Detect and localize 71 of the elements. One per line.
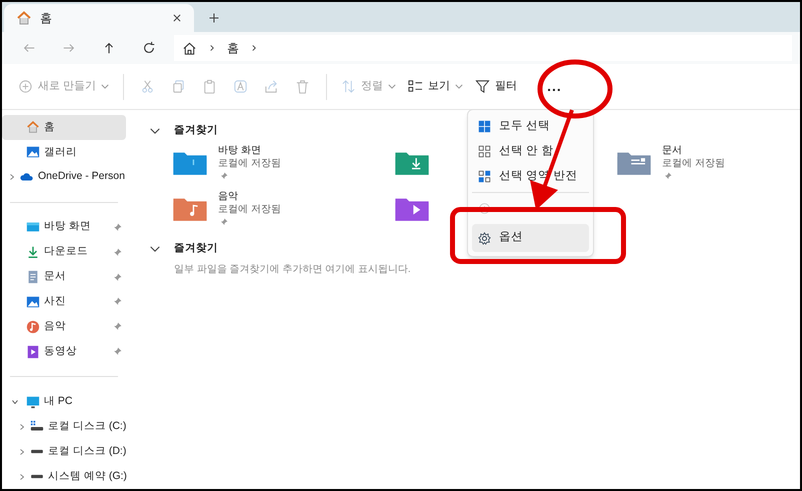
share-icon xyxy=(264,79,280,94)
select-all-icon xyxy=(478,120,491,133)
chevron-down-icon[interactable] xyxy=(11,398,19,406)
filter-button[interactable]: 필터 xyxy=(469,70,524,102)
nav-item[interactable]: 다운로드 xyxy=(2,240,126,265)
chevron-right-icon[interactable] xyxy=(18,472,26,481)
menu-item[interactable]: 모두 선택 xyxy=(472,114,589,139)
nav-item[interactable]: 홈 xyxy=(2,115,126,140)
document-icon xyxy=(26,270,40,284)
chevron-right-icon[interactable] xyxy=(18,422,26,431)
settings-icon xyxy=(478,232,491,244)
copy-icon xyxy=(171,79,186,94)
view-icon xyxy=(408,79,424,94)
nav-item[interactable]: 문서 xyxy=(2,264,126,290)
folder-name[interactable]: 문서 xyxy=(662,144,725,157)
chevron-right-icon[interactable] xyxy=(18,448,26,456)
nav-item[interactable]: 갤러리 xyxy=(2,140,126,165)
home-icon xyxy=(182,40,197,56)
filter-icon xyxy=(475,79,490,94)
home-icon xyxy=(26,120,40,134)
scissors-icon xyxy=(140,79,156,94)
clipboard-icon xyxy=(202,79,218,94)
folder-name[interactable]: 음악 xyxy=(218,190,281,203)
picture-icon xyxy=(26,294,40,309)
folder-location: 로컬에 저장됨 xyxy=(218,203,281,216)
empty-message: 일부 파일을 즐겨찾기에 추가하면 여기에 표시됩니다. xyxy=(173,263,412,277)
tab[interactable]: 홈 xyxy=(4,4,194,32)
view-button[interactable]: 보기 xyxy=(402,70,470,102)
chevron-down-icon[interactable] xyxy=(150,128,160,134)
nav-item[interactable]: 로컬 디스크 (D:) xyxy=(2,439,126,464)
nav-item[interactable]: 시스템 예약 (G:) xyxy=(2,464,126,489)
chevron-right-icon[interactable] xyxy=(8,173,16,182)
more-button[interactable]: ... xyxy=(531,70,578,102)
breadcrumb[interactable]: 홈 xyxy=(227,39,239,57)
trash-icon xyxy=(295,79,310,94)
video-icon xyxy=(26,344,40,359)
drive-icon xyxy=(30,474,44,480)
close-icon[interactable] xyxy=(172,13,182,23)
nav-item[interactable]: 바탕 화면 xyxy=(2,214,126,240)
monitor-icon xyxy=(26,394,40,409)
section-title[interactable]: 즐겨찾기 xyxy=(174,123,218,139)
folder-location: 로컬에 저장됨 xyxy=(218,157,281,170)
address-bar[interactable]: 홈 xyxy=(174,35,792,61)
plus-circle-icon xyxy=(18,79,33,94)
section-title[interactable]: 즐겨찾기 xyxy=(174,241,218,257)
monitor-icon xyxy=(26,220,40,234)
menu-item[interactable]: 선택 안 함 xyxy=(472,139,589,164)
nav-item[interactable]: 동영상 xyxy=(2,339,126,364)
menu-item[interactable]: 옵션 xyxy=(472,224,589,252)
nav-item[interactable]: 내 PC xyxy=(2,389,126,414)
nav-item[interactable]: 로컬 디스크 (C:) xyxy=(2,414,126,440)
rename-icon xyxy=(233,79,248,94)
invert-selection-icon xyxy=(478,170,491,183)
folder-location: 로컬에 저장됨 xyxy=(662,157,725,170)
picture-icon xyxy=(26,145,40,160)
chevron-down-icon[interactable] xyxy=(150,246,160,252)
nav-item[interactable]: 사진 xyxy=(2,290,126,314)
folder-name[interactable]: 바탕 화면 xyxy=(218,144,281,157)
up-icon[interactable] xyxy=(102,41,116,55)
music-icon xyxy=(26,320,40,334)
refresh-icon[interactable] xyxy=(142,41,156,55)
home-icon xyxy=(16,10,32,26)
drive-icon xyxy=(30,449,44,454)
sort-icon xyxy=(341,79,356,94)
properties-icon xyxy=(478,202,491,215)
new-tab-icon[interactable] xyxy=(208,12,220,24)
nav-item[interactable]: 음악 xyxy=(2,314,126,340)
nav-item[interactable]: OneDrive - Person xyxy=(2,164,126,190)
select-none-icon xyxy=(478,145,491,158)
tab-title: 홈 xyxy=(40,10,53,27)
download-icon xyxy=(26,245,40,260)
